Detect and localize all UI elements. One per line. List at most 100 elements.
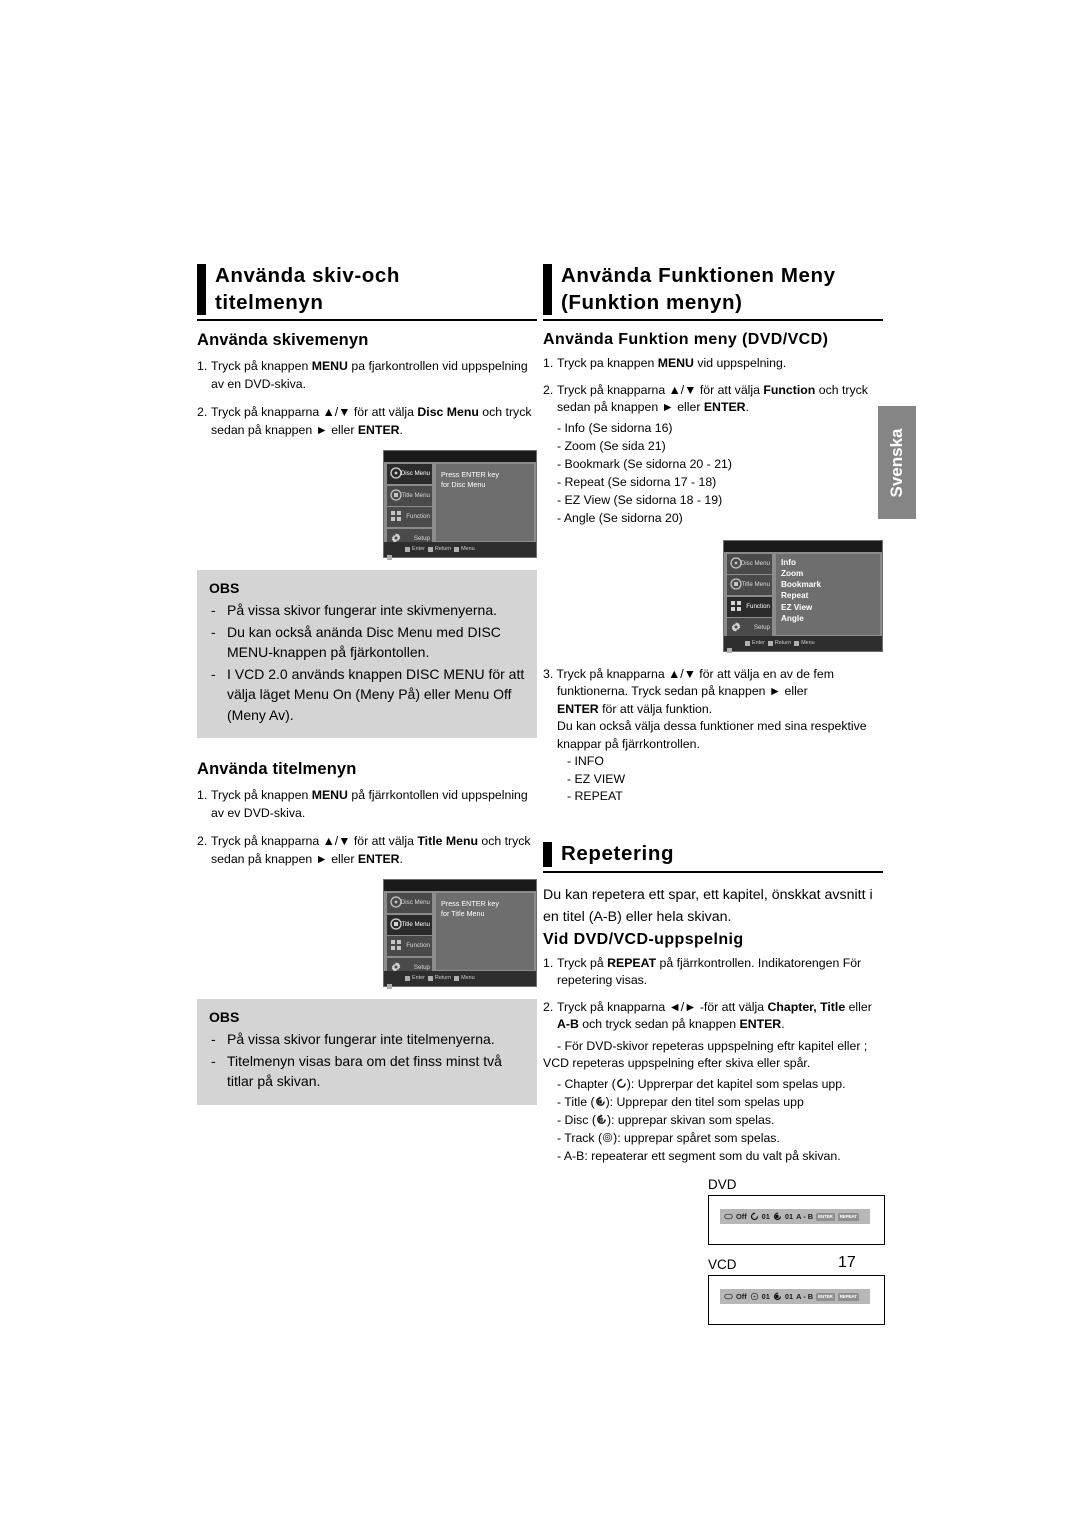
osd-key-repeat[interactable]: REPEAT [837,1212,859,1221]
tv-top-bar [384,451,536,462]
tv-item-title-menu[interactable]: Title Menu [727,575,772,595]
step-3-bullet-repeat: - REPEAT [567,789,623,803]
bullet-zoom: - Zoom (Se sida 21) [557,438,666,453]
tv-hint-enter: Enter [742,636,765,651]
tv-panel-line-2: for Title Menu [441,909,485,918]
tv-item-label: Title Menu [741,581,770,588]
tv-panel-line-1: Press ENTER key [441,470,499,479]
osd-label-dvd: DVD [708,1177,737,1192]
step-number: 2. [197,405,208,419]
tv-item-label: Setup [413,534,430,542]
tv-item-function[interactable]: Function [727,596,772,617]
step-text: Tryck på REPEAT på fjärrkontrollen. Indi… [557,955,862,988]
step-number: 1. [197,359,208,373]
track-repeat-icon [602,1130,613,1143]
repeat-note-line-2: VCD repeteras uppspelning efter skiva el… [543,1055,811,1070]
enter-keyword: ENTER [557,701,599,716]
tv-item-disc-menu[interactable]: Disc Menu [727,553,772,574]
tv-bottom-bar: Enter Return Menu [384,542,536,560]
tv-item-label: Setup [413,963,430,971]
tv-function-ez-view[interactable]: EZ View [781,602,876,613]
tv-item-label: Function [406,513,430,520]
tv-function-zoom[interactable]: Zoom [781,568,876,579]
tv-function-info[interactable]: Info [781,557,876,568]
tv-item-label: Setup [753,624,770,631]
obs-box-title-menu: OBS På vissa skivor fungerar inte titelm… [197,999,537,1105]
repeat-loop-icon [724,1212,733,1221]
tv-item-function[interactable]: Function [387,507,432,527]
obs-item: På vissa skivor fungerar inte titelmenye… [209,1029,525,1050]
osd-field-track: 01 [761,1292,770,1301]
left-column: Använda skiv-och titelmenyn Använda skiv… [197,262,537,1105]
osd-field-disc: 01 [784,1292,794,1301]
tv-item-label: Function [746,602,770,610]
disc-menu-step-1: 1. Tryck på knappen MENU pa fjarkontroll… [197,358,537,393]
osd-key-enter[interactable]: ENTER [816,1212,835,1221]
def-ab: - A-B: repeaterar ett segment som du val… [557,1149,841,1163]
function-icon [730,600,742,612]
section-title-line-1: Använda skiv-och [215,264,401,287]
tv-hint-enter: Enter [402,542,425,557]
step-number: 1. [197,788,208,802]
title-repeat-icon [773,1212,782,1221]
repeat-definitions: - Chapter (): Upprerpar det kapitel som … [557,1075,883,1165]
def-disc-pre: - Disc ( [557,1113,596,1127]
tv-screen-disc-menu: Disc Menu Title Menu Function Setup Pres… [383,450,537,560]
tv-function-repeat[interactable]: Repeat [781,590,876,601]
section-title-line-1: Repetering [561,841,675,865]
tv-hint-menu: Menu [451,971,475,986]
tv-menu-column: Disc Menu Title Menu Function Setup [387,464,432,549]
function-step-2: 2. Tryck på knapparna ▲/▼ för att välja … [543,382,883,417]
tv-item-function[interactable]: Function [387,936,432,956]
obs-title: OBS [209,1009,240,1025]
osd-field-off: Off [736,1292,747,1301]
osd-key-repeat[interactable]: REPEAT [837,1292,859,1301]
def-track-post: ): upprepar spåret som spelas. [613,1131,780,1145]
tv-screen-title-menu: Disc Menu Title Menu Function Setup Pres… [383,879,537,989]
obs-item: Titelmenyn visas bara om det finss minst… [209,1051,525,1092]
step-number: 2. [197,834,208,848]
obs-item: I VCD 2.0 används knappen DISC MENU för … [209,664,525,726]
step-3-line-4: Du kan också välja dessa funktioner med … [557,719,867,733]
obs-box-disc-menu: OBS På vissa skivor fungerar inte skivme… [197,570,537,738]
title-menu-icon [730,578,742,590]
tv-item-title-menu[interactable]: Title Menu [387,485,432,506]
def-disc: - Disc (D): upprepar skivan som spelas. [557,1111,883,1129]
osd-group: DVD Off 01 01 A - B ENTER REPEAT VCD Off… [708,1177,885,1325]
tv-hint-return: Return [425,971,451,986]
tv-item-disc-menu[interactable]: Disc Menu [387,893,432,913]
language-label: Svenska [887,428,906,497]
track-repeat-icon [750,1292,759,1301]
bullet-ez-view: - EZ View (Se sidorna 18 - 19) [557,492,723,507]
step-3-line-2: funktionerna. Tryck sedan på knappen ► e… [557,684,808,698]
def-track-pre: - Track ( [557,1131,603,1145]
tv-hint-return: Return [765,636,791,651]
def-disc-post: ): upprepar skivan som spelas. [606,1113,775,1127]
tv-item-disc-menu[interactable]: Disc Menu [387,464,432,484]
tv-item-label: Disc Menu [400,470,430,477]
step-text: Tryck pa knappen MENU vid uppspelning. [557,356,787,370]
tv-item-label: Title Menu [401,920,430,928]
osd-key-enter[interactable]: ENTER [816,1292,835,1301]
chapter-repeat-icon [750,1212,759,1221]
tv-item-title-menu[interactable]: Title Menu [387,914,432,935]
repeat-step-1: 1. Tryck på REPEAT på fjärrkontrollen. I… [543,955,883,990]
obs-title: OBS [209,580,240,596]
tv-function-angle[interactable]: Angle [781,613,876,624]
tv-item-label: Function [406,942,430,949]
tv-function-bookmark[interactable]: Bookmark [781,579,876,590]
def-chapter-pre: - Chapter ( [557,1077,616,1091]
title-menu-step-1: 1. Tryck på knappen MENU på fjärrkontoll… [197,787,537,822]
step-3-text-1: Tryck på knapparna ▲/▼ för att välja en … [556,666,834,681]
obs-item: Du kan också anända Disc Menu med DISC M… [209,622,525,663]
heading-vid-dvd-vcd: Vid DVD/VCD-uppspelnig [543,930,744,948]
heading-disc-menu: Använda skivemenyn [197,331,369,349]
repeat-loop-icon [724,1292,733,1301]
tv-menu-column: Disc Menu Title Menu Function Setup [387,893,432,978]
tv-hint-return: Return [425,542,451,557]
tv-screen-function-menu: Disc Menu Title Menu Function Setup Info… [723,539,883,653]
tv-hint-menu: Menu [451,542,475,557]
step-3-bullet-info: - INFO [567,754,604,768]
obs-item: På vissa skivor fungerar inte skivmenyer… [209,600,525,621]
section-title-line-2: (Funktion menyn) [561,291,743,314]
